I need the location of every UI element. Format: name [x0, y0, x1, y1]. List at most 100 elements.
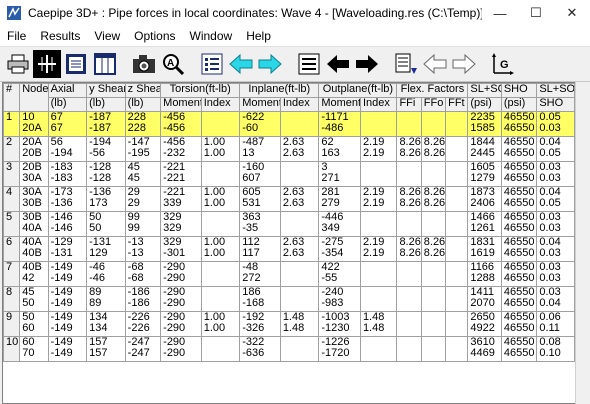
cell-o-moment[interactable]: 422 -55: [318, 261, 361, 287]
cell-i-moment[interactable]: -160 607: [239, 161, 281, 187]
col-header-sl-so[interactable]: SL+SO: [467, 83, 502, 98]
list-button[interactable]: [198, 50, 226, 78]
next-black-button[interactable]: [353, 50, 381, 78]
cell-i-index[interactable]: [279, 286, 320, 312]
cell-yshear[interactable]: -194 -56: [86, 136, 126, 162]
cell-o-moment[interactable]: -275 -354: [318, 236, 361, 262]
cell-ffi[interactable]: [396, 161, 422, 187]
cell-ffi[interactable]: [396, 111, 422, 137]
cell-t-index[interactable]: 1.00 1.00: [200, 186, 241, 212]
cell-axial[interactable]: -149 -149: [47, 311, 88, 337]
menu-help[interactable]: Help: [239, 29, 278, 43]
cell-fft[interactable]: [445, 286, 469, 312]
cell-yshear[interactable]: -187 -187: [86, 111, 126, 137]
vertical-scrollbar[interactable]: [575, 82, 590, 404]
cell-sl-so[interactable]: 1411 2070: [467, 286, 502, 312]
cell-axial[interactable]: -129 -131: [47, 236, 88, 262]
col-header-ffo[interactable]: FFo: [420, 97, 447, 112]
cell-i-index[interactable]: 2.63 2.63: [279, 186, 320, 212]
cell-sl-so[interactable]: 1844 2445: [467, 136, 502, 162]
close-button[interactable]: ✕: [554, 0, 590, 26]
camera-button[interactable]: [130, 50, 158, 78]
cell-sl-so[interactable]: 1873 2406: [467, 186, 502, 212]
cell-yshear[interactable]: -128 -128: [86, 161, 126, 187]
cell-node[interactable]: 40A 40B: [19, 236, 49, 262]
col-header-num[interactable]: #: [3, 83, 21, 112]
next-outline-button[interactable]: [450, 50, 478, 78]
cell-fft[interactable]: [445, 236, 469, 262]
cell-node[interactable]: 50 60: [19, 311, 49, 337]
cell-axial[interactable]: -149 -149: [47, 261, 88, 287]
cell-zshear[interactable]: 99 99: [124, 211, 162, 237]
cell-sho[interactable]: 46550 46550: [500, 161, 538, 187]
cell-node[interactable]: 30B 40A: [19, 211, 49, 237]
cell-o-index[interactable]: 2.19 2.19: [359, 236, 398, 262]
cell-ffi[interactable]: 8.26 8.26: [396, 136, 422, 162]
col-header-inplane-moment[interactable]: Moment: [239, 97, 281, 112]
cell-t-moment[interactable]: 329 -301: [160, 236, 202, 262]
cell-ffi[interactable]: [396, 311, 422, 337]
table-row[interactable]: 8 45 50 -149 -149 89 89 -186 -186 -290 -290 186 -168…: [3, 286, 575, 312]
cell-ffo[interactable]: [420, 286, 447, 312]
cell-i-moment[interactable]: -622 -60: [239, 111, 281, 137]
cell-sl-so[interactable]: 1831 1619: [467, 236, 502, 262]
cell-o-index[interactable]: [359, 161, 398, 187]
col-header-outplane-index[interactable]: Index: [359, 97, 398, 112]
cell-t-moment[interactable]: -290 -290: [160, 261, 202, 287]
table-row[interactable]: 9 50 60 -149 -149 134 134 -226 -226 -290 -290 1.00 1…: [3, 311, 575, 337]
cell-ratio[interactable]: 0.08 0.10: [536, 336, 575, 362]
cell-axial[interactable]: 56 -194: [47, 136, 88, 162]
cell-i-moment[interactable]: 605 531: [239, 186, 281, 212]
previous-black-button[interactable]: [324, 50, 352, 78]
cell-fft[interactable]: [445, 186, 469, 212]
minimize-button[interactable]: —: [482, 0, 518, 26]
table-row[interactable]: 5 30B 40A -146 -146 50 50 99 99 329 329 363 -35 -446 3…: [3, 211, 575, 237]
menu-view[interactable]: View: [87, 29, 127, 43]
cell-sho[interactable]: 46550 46550: [500, 236, 538, 262]
cell-t-moment[interactable]: -290 -290: [160, 311, 202, 337]
cell-o-moment[interactable]: 62 163: [318, 136, 361, 162]
cell-i-moment[interactable]: -192 -326: [239, 311, 281, 337]
cell-sho[interactable]: 46550 46550: [500, 336, 538, 362]
maximize-button[interactable]: ☐: [518, 0, 554, 26]
cell-sho[interactable]: 46550 46550: [500, 311, 538, 337]
cell-i-index[interactable]: [279, 161, 320, 187]
cell-o-moment[interactable]: -1003 -1230: [318, 311, 361, 337]
cell-i-moment[interactable]: -322 -636: [239, 336, 281, 362]
cell-node[interactable]: 45 50: [19, 286, 49, 312]
cell-o-index[interactable]: [359, 336, 398, 362]
cell-axial[interactable]: -173 -136: [47, 186, 88, 212]
cell-sl-so[interactable]: 3610 4469: [467, 336, 502, 362]
cell-o-moment[interactable]: -1171 -486: [318, 111, 361, 137]
col-header-ffi[interactable]: FFi: [396, 97, 422, 112]
cell-ffo[interactable]: 8.26 8.26: [420, 186, 447, 212]
cell-i-moment[interactable]: -487 13: [239, 136, 281, 162]
menu-options[interactable]: Options: [127, 29, 182, 43]
cell-i-moment[interactable]: -48 272: [239, 261, 281, 287]
cell-t-moment[interactable]: -221 339: [160, 186, 202, 212]
cell-sl-so[interactable]: 2235 1585: [467, 111, 502, 137]
col-header-torsion-moment[interactable]: Moment: [160, 97, 202, 112]
cell-sho[interactable]: 46550 46550: [500, 186, 538, 212]
cell-axial[interactable]: -149 -149: [47, 336, 88, 362]
table-row[interactable]: 4 30A 30B -173 -136 -136 173 29 29 -221 339 1.00 1.0…: [3, 186, 575, 212]
cell-i-index[interactable]: [279, 261, 320, 287]
cell-fft[interactable]: [445, 111, 469, 137]
cell-axial[interactable]: -146 -146: [47, 211, 88, 237]
menu-results[interactable]: Results: [33, 29, 87, 43]
cell-zshear[interactable]: 29 29: [124, 186, 162, 212]
cell-ffo[interactable]: [420, 311, 447, 337]
col-header-axial[interactable]: Axial: [47, 83, 88, 98]
cell-sho[interactable]: 46550 46550: [500, 286, 538, 312]
next-cyan-button[interactable]: [256, 50, 284, 78]
col-header-node[interactable]: Node: [19, 83, 49, 112]
cell-ratio[interactable]: 0.03 0.03: [536, 211, 575, 237]
cell-axial[interactable]: -149 -149: [47, 286, 88, 312]
list-view-button[interactable]: [62, 50, 90, 78]
col-header-fft[interactable]: FFt: [445, 97, 469, 112]
cell-i-index[interactable]: [279, 111, 320, 137]
cell-yshear[interactable]: 89 89: [86, 286, 126, 312]
cell-fft[interactable]: [445, 311, 469, 337]
previous-outline-button[interactable]: [421, 50, 449, 78]
table-row[interactable]: 2 20A 20B 56 -194 -194 -56 -147 -195 -456 -232 1.00…: [3, 136, 575, 162]
